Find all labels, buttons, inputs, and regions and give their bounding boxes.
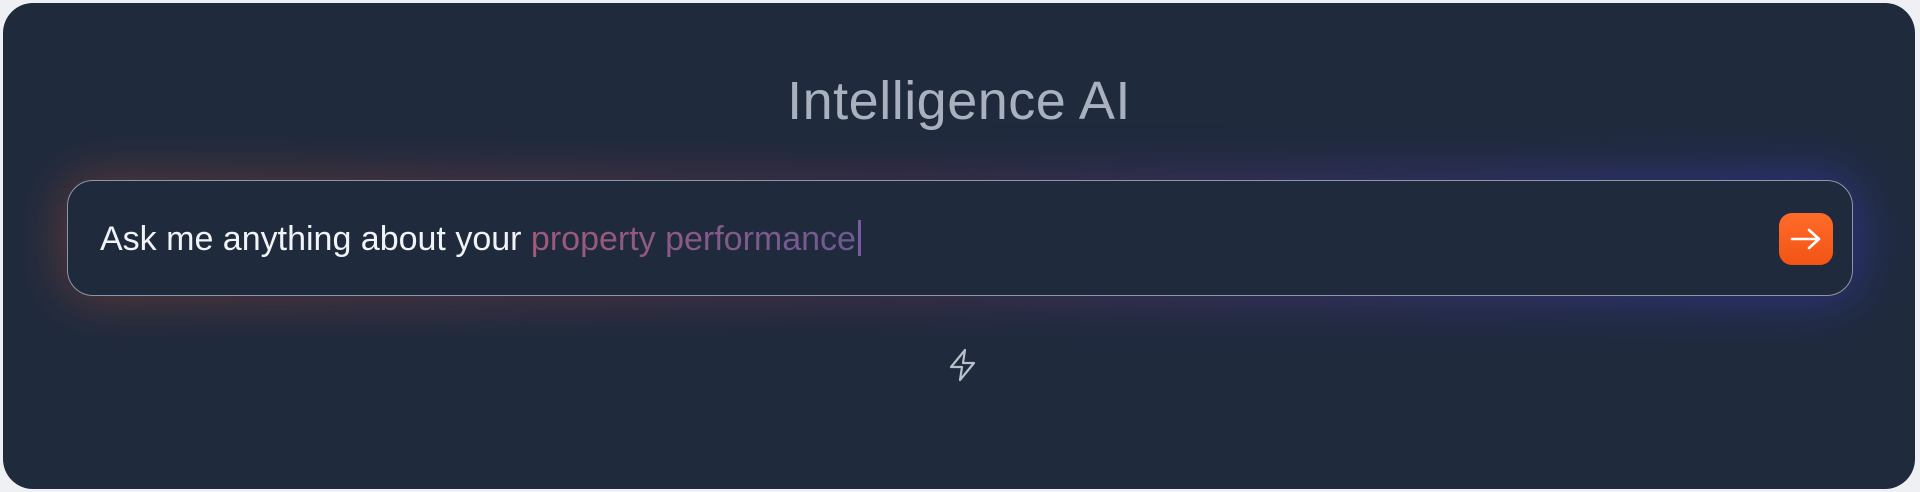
search-query-highlight: property performance <box>530 220 856 258</box>
page-title: Intelligence AI <box>787 71 1131 131</box>
search-query-prefix: Ask me anything about your <box>100 220 531 258</box>
ai-assistant-panel: Intelligence AI Ask me anything about yo… <box>3 3 1915 489</box>
send-button[interactable] <box>1779 213 1833 265</box>
lightning-icon[interactable] <box>945 347 981 383</box>
text-caret <box>857 220 861 256</box>
search-query-text[interactable]: Ask me anything about your property perf… <box>100 219 861 259</box>
arrow-right-icon <box>1790 228 1821 250</box>
search-input[interactable]: Ask me anything about your property perf… <box>67 180 1853 296</box>
